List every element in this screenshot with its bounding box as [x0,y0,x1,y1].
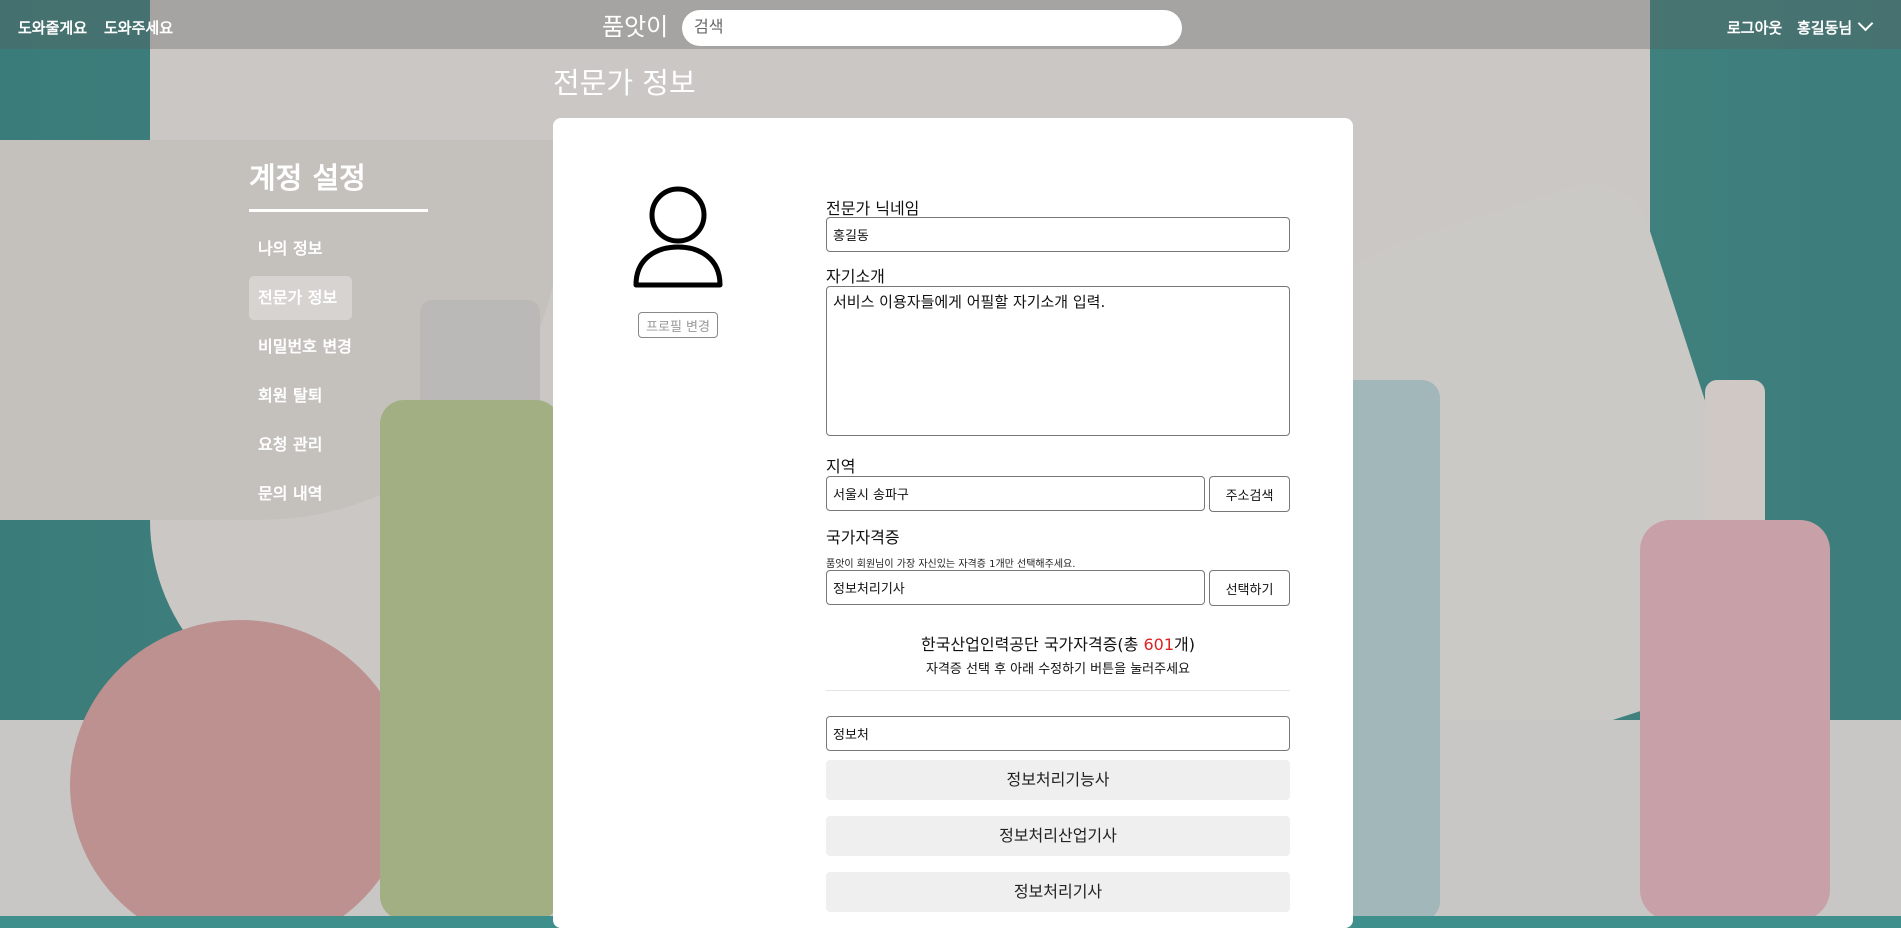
cert-field[interactable] [826,570,1205,605]
user-name: 홍길동님 [1797,19,1853,37]
sidebar-title-underline [249,209,428,212]
cert-panel-title: 한국산업인력공단 국가자격증(총 601개) [826,631,1290,655]
site-logo[interactable]: 품앗이 [602,7,668,42]
cert-label: 국가자격증 [826,528,900,547]
page-title: 전문가 정보 [553,66,696,100]
sidebar-title: 계정 설정 [249,161,366,195]
top-nav-bar: 도와줄게요 도와주세요 품앗이 로그아웃 홍길동님 [0,0,1901,49]
sidebar-item-change-password[interactable]: 비밀번호 변경 [249,325,379,369]
nickname-field[interactable] [826,217,1290,252]
divider [826,690,1290,691]
cert-panel-subtitle: 자격증 선택 후 아래 수정하기 버튼을 눌러주세요 [926,662,1190,677]
cert-search-input[interactable] [826,716,1290,751]
user-menu[interactable]: 홍길동님 [1797,15,1874,38]
nav-link-offer-help[interactable]: 도와줄게요 [18,17,87,38]
profile-change-button[interactable]: 프로필 변경 [638,312,718,338]
chevron-down-icon [1857,15,1874,32]
cert-count: 601 [1143,635,1175,654]
intro-textarea[interactable]: 서비스 이용자들에게 어필할 자기소개 입력. [826,286,1290,436]
nav-link-request-help[interactable]: 도와주세요 [104,17,173,38]
cert-hint: 품앗이 회원님이 가장 자신있는 자격증 1개만 선택해주세요. [826,559,1076,570]
profile-avatar-icon [633,186,723,288]
sidebar-item-expert-info[interactable]: 전문가 정보 [249,276,352,320]
cert-result-item[interactable]: 정보처리산업기사 [826,816,1290,856]
cert-result-item[interactable]: 정보처리기능사 [826,760,1290,800]
nickname-label: 전문가 닉네임 [826,199,920,218]
sidebar-item-my-info[interactable]: 나의 정보 [249,227,352,271]
region-field[interactable] [826,476,1205,511]
logout-link[interactable]: 로그아웃 [1727,17,1782,38]
sidebar-item-inquiries[interactable]: 문의 내역 [249,472,352,516]
cert-title-suffix: 개) [1174,635,1195,654]
sidebar-item-withdraw[interactable]: 회원 탈퇴 [249,374,352,418]
region-label: 지역 [826,457,856,476]
cert-title-prefix: 한국산업인력공단 국가자격증(총 [920,635,1144,654]
cert-select-button[interactable]: 선택하기 [1209,570,1290,606]
intro-label: 자기소개 [826,267,885,286]
search-input[interactable] [682,10,1182,46]
cert-result-item[interactable]: 정보처리기사 [826,872,1290,912]
sidebar-item-request-manage[interactable]: 요청 관리 [249,423,352,467]
address-search-button[interactable]: 주소검색 [1209,476,1290,512]
